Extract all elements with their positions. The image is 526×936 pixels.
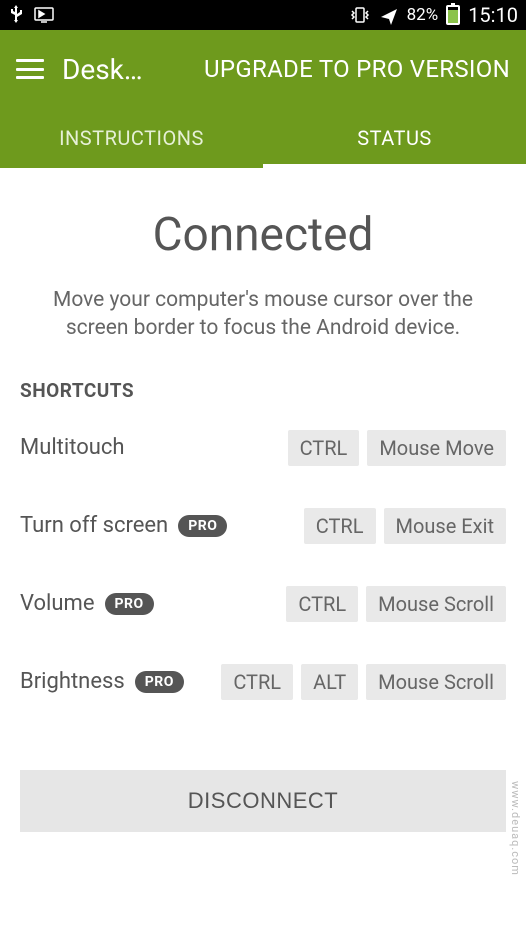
android-statusbar: 82% 15:10 bbox=[0, 0, 526, 30]
pro-badge: PRO bbox=[135, 671, 184, 693]
vibrate-icon bbox=[349, 6, 371, 24]
upgrade-button[interactable]: UPGRADE TO PRO VERSION bbox=[204, 55, 510, 83]
tab-status[interactable]: STATUS bbox=[263, 108, 526, 168]
keycap: Mouse Scroll bbox=[366, 664, 506, 700]
keycap: Mouse Scroll bbox=[366, 586, 506, 622]
cast-icon bbox=[34, 7, 54, 23]
battery-icon bbox=[446, 5, 460, 25]
main-content: Connected Move your computer's mouse cur… bbox=[0, 168, 526, 700]
shortcut-label: Turn off screen bbox=[20, 513, 168, 538]
app-title: Desk… bbox=[62, 53, 162, 86]
keycap: Mouse Exit bbox=[384, 508, 506, 544]
menu-icon[interactable] bbox=[16, 59, 44, 79]
keycap: ALT bbox=[301, 664, 358, 700]
keycap: CTRL bbox=[286, 586, 358, 622]
tab-instructions[interactable]: INSTRUCTIONS bbox=[0, 108, 263, 168]
pro-badge: PRO bbox=[178, 515, 227, 537]
usb-icon bbox=[8, 5, 24, 25]
shortcut-label: Brightness bbox=[20, 669, 125, 694]
connected-heading: Connected bbox=[20, 208, 506, 262]
keycap: Mouse Move bbox=[367, 430, 506, 466]
keycap: CTRL bbox=[221, 664, 293, 700]
shortcuts-heading: SHORTCUTS bbox=[20, 379, 506, 402]
pro-badge: PRO bbox=[105, 593, 154, 615]
airplane-icon bbox=[379, 5, 399, 25]
shortcut-row: Multitouch CTRL Mouse Move bbox=[20, 430, 506, 466]
clock-text: 15:10 bbox=[468, 3, 518, 27]
shortcut-row: Turn off screen PRO CTRL Mouse Exit bbox=[20, 508, 506, 544]
keycap: CTRL bbox=[288, 430, 360, 466]
connected-subtitle: Move your computer's mouse cursor over t… bbox=[20, 286, 506, 343]
shortcut-row: Brightness PRO CTRL ALT Mouse Scroll bbox=[20, 664, 506, 700]
shortcut-row: Volume PRO CTRL Mouse Scroll bbox=[20, 586, 506, 622]
watermark-text: www.deuaq.com bbox=[509, 781, 522, 876]
battery-percent-text: 82% bbox=[407, 5, 439, 25]
shortcut-label: Multitouch bbox=[20, 435, 125, 460]
app-bar: Desk… UPGRADE TO PRO VERSION INSTRUCTION… bbox=[0, 30, 526, 168]
disconnect-button[interactable]: DISCONNECT bbox=[20, 770, 506, 832]
tab-bar: INSTRUCTIONS STATUS bbox=[0, 108, 526, 168]
shortcut-label: Volume bbox=[20, 591, 95, 616]
keycap: CTRL bbox=[304, 508, 376, 544]
